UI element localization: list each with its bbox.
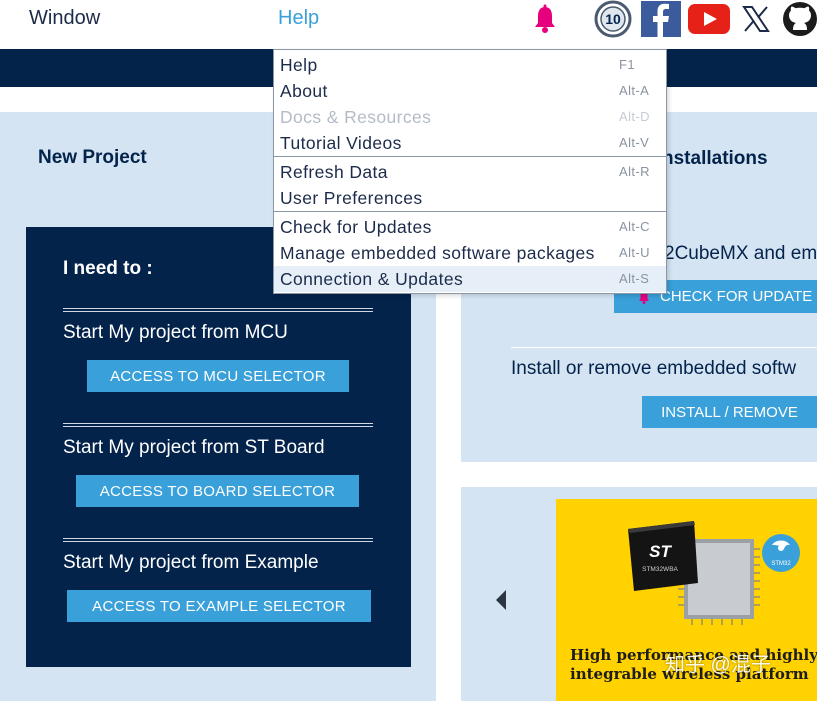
installations-title: nstallations: [662, 148, 768, 169]
menu-item-label: Docs & Resources: [280, 107, 432, 127]
x-icon[interactable]: [740, 0, 772, 38]
menu-item-shortcut: Alt-D: [619, 109, 650, 124]
chip-brand: ST: [649, 542, 672, 561]
menu-item-about[interactable]: About Alt-A: [274, 78, 666, 104]
youtube-icon[interactable]: [688, 0, 730, 38]
menu-item-label: Tutorial Videos: [280, 133, 402, 153]
menu-item-shortcut: Alt-A: [619, 83, 650, 98]
badge-text: 10: [605, 11, 621, 27]
divider: [63, 538, 373, 542]
install-packages-text: Install or remove embedded softw: [511, 358, 797, 379]
install-remove-button[interactable]: INSTALL / REMOVE: [642, 396, 817, 428]
help-dropdown-menu: Help F1 About Alt-A Docs & Resources Alt…: [273, 49, 667, 294]
menu-item-label: Manage embedded software packages: [280, 243, 595, 263]
menu-help[interactable]: Help: [278, 7, 319, 30]
menu-item-shortcut: Alt-S: [619, 271, 650, 286]
menu-item-label: Refresh Data: [280, 162, 388, 182]
watermark: 知乎 @混子: [665, 654, 771, 676]
menu-item-label: Help: [280, 55, 318, 75]
new-project-title: New Project: [38, 147, 147, 168]
menu-item-shortcut: F1: [619, 57, 635, 72]
menu-window[interactable]: Window: [29, 7, 100, 30]
menu-item-user-preferences[interactable]: User Preferences: [274, 185, 666, 211]
stm32-tag-icon: STM32: [762, 534, 800, 572]
facebook-icon[interactable]: [641, 0, 681, 38]
menu-item-help[interactable]: Help F1: [274, 52, 666, 78]
section-label-example: Start My project from Example: [63, 552, 319, 573]
menu-item-connection-updates[interactable]: Connection & Updates Alt-S: [274, 266, 666, 292]
menu-item-docs-resources: Docs & Resources Alt-D: [274, 104, 666, 130]
menu-item-shortcut: Alt-U: [619, 245, 650, 260]
bell-icon[interactable]: [530, 2, 560, 36]
example-selector-button[interactable]: ACCESS TO EXAMPLE SELECTOR: [67, 590, 371, 622]
10-years-badge-icon[interactable]: 10: [592, 0, 634, 38]
menu-separator: [274, 211, 666, 212]
mcu-selector-button[interactable]: ACCESS TO MCU SELECTOR: [87, 360, 349, 392]
section-label-board: Start My project from ST Board: [63, 437, 325, 458]
chevron-left-icon[interactable]: [494, 588, 508, 612]
menu-item-refresh-data[interactable]: Refresh Data Alt-R: [274, 159, 666, 185]
board-selector-button[interactable]: ACCESS TO BOARD SELECTOR: [76, 475, 359, 507]
divider: [63, 423, 373, 427]
chip-image: ST STM32WBA: [628, 521, 760, 625]
menu-bar: Window Help 10: [0, 0, 817, 49]
menu-separator: [274, 156, 666, 157]
menu-item-label: User Preferences: [280, 188, 423, 208]
cube-update-text: 2CubeMX and em: [664, 243, 817, 264]
menu-item-label: Connection & Updates: [280, 269, 464, 289]
divider: [511, 347, 817, 348]
menu-item-tutorial-videos[interactable]: Tutorial Videos Alt-V: [274, 130, 666, 156]
menu-item-shortcut: Alt-V: [619, 135, 650, 150]
divider: [63, 308, 373, 312]
menu-item-label: Check for Updates: [280, 217, 432, 237]
github-icon[interactable]: [780, 0, 817, 38]
menu-item-shortcut: Alt-R: [619, 164, 650, 179]
menu-item-check-updates[interactable]: Check for Updates Alt-C: [274, 214, 666, 240]
menu-item-manage-packages[interactable]: Manage embedded software packages Alt-U: [274, 240, 666, 266]
stm32-tag-text: STM32: [771, 561, 791, 567]
menu-item-label: About: [280, 81, 328, 101]
need-title: I need to :: [63, 258, 153, 279]
menu-item-shortcut: Alt-C: [619, 219, 650, 234]
section-label-mcu: Start My project from MCU: [63, 322, 288, 343]
chip-model: STM32WBA: [642, 566, 678, 573]
